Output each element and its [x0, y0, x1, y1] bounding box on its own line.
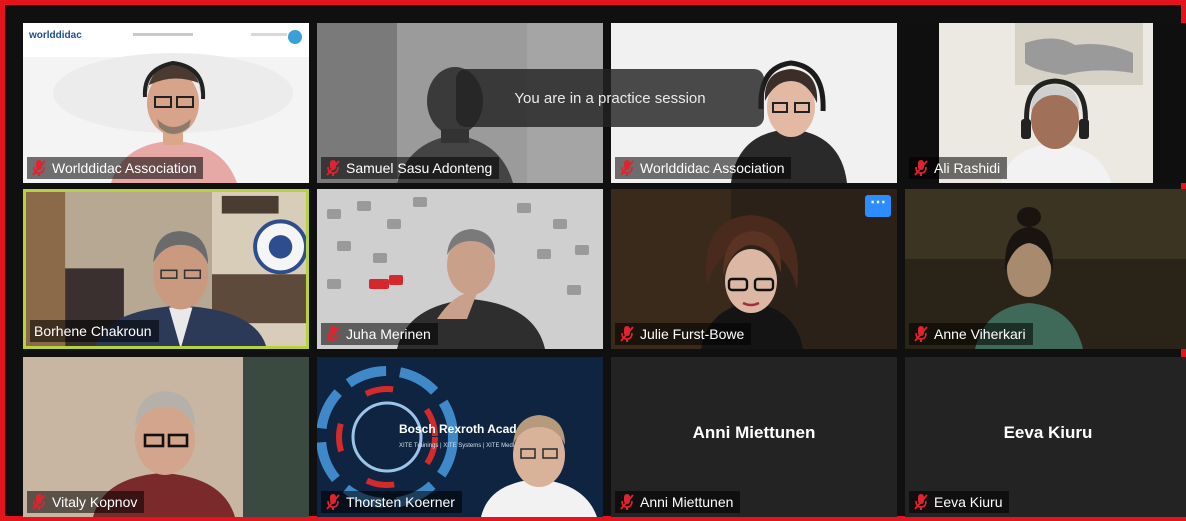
video-tile-borhene-chakroun[interactable]: Borhene Chakroun: [23, 189, 309, 349]
mic-muted-icon: [326, 326, 340, 342]
practice-session-notice: You are in a practice session: [456, 69, 764, 127]
worlddidac-logo-text: worlddidac: [28, 30, 82, 41]
participant-name-tag: Anni Miettunen: [615, 491, 741, 513]
participant-name-tag: Julie Furst-Bowe: [615, 323, 752, 345]
participant-name: Borhene Chakroun: [34, 323, 152, 339]
participant-display-name: Anni Miettunen: [692, 423, 816, 442]
mic-muted-icon: [620, 326, 634, 342]
participant-name-tag: Vitaly Kopnov: [27, 491, 145, 513]
mic-muted-icon: [326, 494, 340, 510]
video-tile-vitaly-kopnov[interactable]: Vitaly Kopnov: [23, 357, 309, 517]
participant-name-tag: Worlddidac Association: [615, 157, 792, 179]
participant-name: Eeva Kiuru: [934, 494, 1003, 510]
mic-muted-icon: [326, 160, 340, 176]
participant-name-tag: Juha Merinen: [321, 323, 438, 345]
video-tile-worlddidac-1[interactable]: worlddidac Worlddidac Association: [23, 23, 309, 183]
more-options-icon[interactable]: ⋯: [865, 195, 891, 217]
video-tile-juha-merinen[interactable]: Juha Merinen: [317, 189, 603, 349]
meeting-frame: worlddidac Worlddidac Association Samuel…: [0, 0, 1186, 521]
video-tile-ali-rashidi[interactable]: Ali Rashidi: [905, 23, 1186, 183]
video-tile-julie-furst-bowe[interactable]: ⋯ Julie Furst-Bowe: [611, 189, 897, 349]
mic-muted-icon: [914, 494, 928, 510]
participant-name: Ali Rashidi: [934, 160, 1001, 176]
participant-name-tag: Eeva Kiuru: [909, 491, 1010, 513]
video-tile-eeva-kiuru[interactable]: Eeva Kiuru Eeva Kiuru: [905, 357, 1186, 517]
participant-name-tag: Anne Viherkari: [909, 323, 1033, 345]
participant-name: Vitaly Kopnov: [52, 494, 138, 510]
bosch-slide-title: Bosch Rexroth Academ: [399, 422, 534, 436]
participant-name: Thorsten Koerner: [346, 494, 455, 510]
mic-muted-icon: [32, 494, 46, 510]
mic-muted-icon: [914, 160, 928, 176]
participant-name: Anne Viherkari: [934, 326, 1026, 342]
participant-name: Julie Furst-Bowe: [640, 326, 745, 342]
mic-muted-icon: [620, 494, 634, 510]
participant-name-tag: Samuel Sasu Adonteng: [321, 157, 500, 179]
video-tile-anne-viherkari[interactable]: Anne Viherkari: [905, 189, 1186, 349]
participant-name-tag: Thorsten Koerner: [321, 491, 462, 513]
bosch-slide-subtitle: XITE Trainings | XITE Systems | XITE Med…: [399, 443, 514, 449]
participant-display-name: Eeva Kiuru: [1003, 423, 1093, 442]
video-tile-thorsten-koerner[interactable]: Bosch Rexroth Academ XITE Trainings | XI…: [317, 357, 603, 517]
participant-name-tag: Borhene Chakroun: [30, 320, 159, 342]
participant-name: Worlddidac Association: [640, 160, 785, 176]
participant-name: Samuel Sasu Adonteng: [346, 160, 493, 176]
mic-muted-icon: [620, 160, 634, 176]
participant-name-tag: Ali Rashidi: [909, 157, 1008, 179]
participant-name: Worlddidac Association: [52, 160, 197, 176]
mic-muted-icon: [914, 326, 928, 342]
video-tile-anni-miettunen[interactable]: Anni Miettunen Anni Miettunen: [611, 357, 897, 517]
participant-name: Juha Merinen: [346, 326, 431, 342]
participant-name: Anni Miettunen: [640, 494, 734, 510]
mic-muted-icon: [32, 160, 46, 176]
participant-name-tag: Worlddidac Association: [27, 157, 204, 179]
